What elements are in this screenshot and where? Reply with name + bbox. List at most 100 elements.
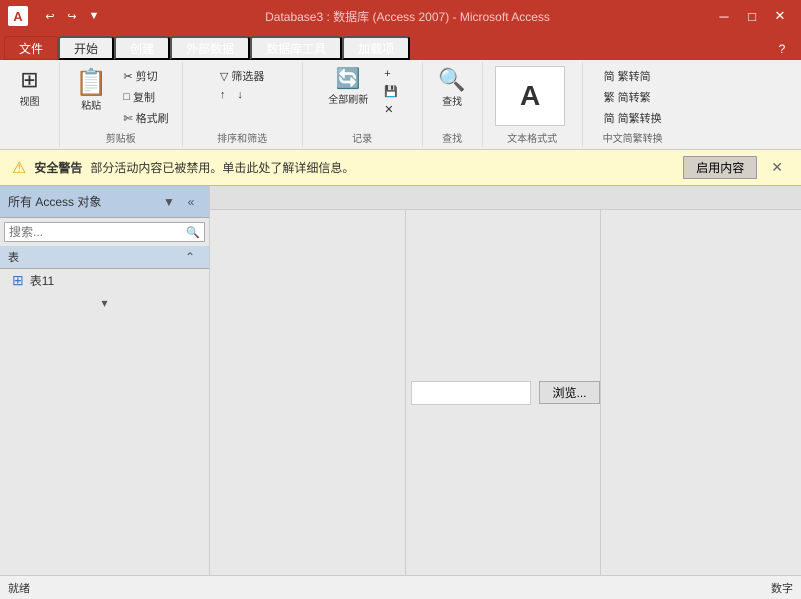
text-format-icon: A bbox=[520, 80, 540, 112]
filter-button[interactable]: ▽ 筛选器 bbox=[215, 66, 269, 86]
tab-home[interactable]: 开始 bbox=[58, 36, 114, 60]
maximize-button[interactable]: □ bbox=[739, 5, 765, 27]
find-button[interactable]: 🔍 查找 bbox=[431, 66, 472, 111]
content-area: 浏览... bbox=[210, 186, 801, 575]
security-close-button[interactable]: ✕ bbox=[765, 157, 789, 178]
copy-icon: □ bbox=[123, 91, 130, 103]
format-painter-icon: ✄ bbox=[123, 112, 132, 125]
format-painter-button[interactable]: ✄ 格式刷 bbox=[118, 108, 173, 128]
ribbon-content: ⊞ 视图 📋 粘贴 ✂ 剪切 □ 复制 ✄ 格式刷 剪 bbox=[0, 60, 801, 150]
status-right: 数字 bbox=[771, 580, 793, 596]
main-area: 所有 Access 对象 ▼ « 🔍 表 ⌃ ⊞ 表11 ▾ bbox=[0, 186, 801, 575]
simp-to-trad-button[interactable]: 繁 简转繁 bbox=[599, 87, 667, 107]
tab-file[interactable]: 文件 bbox=[4, 36, 58, 60]
nav-collapse-button[interactable]: « bbox=[181, 192, 201, 212]
nav-header-buttons: ▼ « bbox=[159, 192, 201, 212]
nav-panel-title: 所有 Access 对象 bbox=[8, 193, 101, 210]
browse-button[interactable]: 浏览... bbox=[539, 381, 599, 404]
list-item[interactable]: ⊞ 表11 bbox=[0, 269, 209, 292]
refresh-icon: 🔄 bbox=[336, 69, 361, 89]
paste-button[interactable]: 📋 粘贴 bbox=[68, 66, 114, 115]
close-button[interactable]: ✕ bbox=[767, 5, 793, 27]
chinese-convert-content: 简 繁转简 繁 简转繁 简 简繁转换 bbox=[599, 66, 667, 128]
ribbon-tabs: 文件 开始 创建 外部数据 数据库工具 加载项 ? bbox=[0, 32, 801, 60]
new-record-button[interactable]: + bbox=[379, 66, 403, 82]
copy-button[interactable]: □ 复制 bbox=[118, 87, 173, 107]
clipboard-col: ✂ 剪切 □ 复制 ✄ 格式刷 bbox=[118, 66, 173, 128]
filter-icon: ▽ bbox=[220, 70, 228, 83]
vertical-divider-2 bbox=[600, 210, 601, 575]
records-col: + 💾 ✕ bbox=[379, 66, 403, 118]
records-label: 记录 bbox=[352, 130, 372, 145]
security-bar: ⚠ 安全警告 部分活动内容已被禁用。单击此处了解详细信息。 启用内容 ✕ bbox=[0, 150, 801, 186]
paste-icon: 📋 bbox=[75, 69, 107, 95]
trad-to-simp-button[interactable]: 简 繁转简 bbox=[599, 66, 667, 86]
nav-panel-header: 所有 Access 对象 ▼ « bbox=[0, 186, 209, 218]
desc-icon: ↓ bbox=[237, 89, 243, 101]
delete-record-button[interactable]: ✕ bbox=[379, 101, 403, 118]
redo-button[interactable]: ↪ bbox=[62, 6, 82, 26]
chinese-convert-label: 中文简繁转换 bbox=[603, 130, 663, 145]
clipboard-label: 剪贴板 bbox=[106, 130, 136, 145]
refresh-label: 全部刷新 bbox=[328, 91, 368, 106]
enable-content-button[interactable]: 启用内容 bbox=[683, 156, 757, 179]
access-logo: A bbox=[8, 6, 28, 26]
filter-label: 排序和筛选 bbox=[217, 130, 267, 145]
paste-label: 粘贴 bbox=[81, 97, 101, 112]
navigation-panel: 所有 Access 对象 ▼ « 🔍 表 ⌃ ⊞ 表11 ▾ bbox=[0, 186, 210, 575]
quick-access-dropdown[interactable]: ▼ bbox=[84, 6, 104, 26]
desc-sort-button[interactable]: ↓ bbox=[232, 87, 248, 103]
ribbon-group-text-format: A 文本格式式 bbox=[483, 62, 583, 147]
ribbon-group-clipboard: 📋 粘贴 ✂ 剪切 □ 复制 ✄ 格式刷 剪贴板 bbox=[60, 62, 183, 147]
security-warning-icon: ⚠ bbox=[12, 158, 26, 178]
table-name: 表11 bbox=[30, 272, 54, 289]
chinese-convert-col: 简 繁转简 繁 简转繁 简 简繁转换 bbox=[599, 66, 667, 128]
cut-button[interactable]: ✂ 剪切 bbox=[118, 66, 173, 86]
view-icon: ⊞ bbox=[20, 69, 38, 91]
content-tabs-bar bbox=[210, 186, 801, 210]
asc-icon: ↑ bbox=[220, 89, 226, 101]
window-controls: ─ □ ✕ bbox=[711, 5, 793, 27]
find-icon: 🔍 bbox=[438, 69, 465, 91]
ribbon-right-controls: ? bbox=[771, 38, 801, 60]
filter-col: ▽ 筛选器 ↑ ↓ bbox=[215, 66, 269, 103]
view-label: 视图 bbox=[20, 93, 40, 108]
simp-trad-convert-button[interactable]: 简 简繁转换 bbox=[599, 108, 667, 128]
file-path-input[interactable] bbox=[411, 381, 531, 405]
refresh-button[interactable]: 🔄 全部刷新 bbox=[321, 66, 375, 109]
clipboard-group-content: 📋 粘贴 ✂ 剪切 □ 复制 ✄ 格式刷 bbox=[68, 66, 174, 128]
tab-external-data[interactable]: 外部数据 bbox=[170, 36, 250, 60]
tab-create[interactable]: 创建 bbox=[114, 36, 170, 60]
nav-search-box: 🔍 bbox=[4, 222, 205, 242]
save-record-button[interactable]: 💾 bbox=[379, 83, 403, 100]
nav-dropdown-button[interactable]: ▼ bbox=[159, 192, 179, 212]
find-group-content: 🔍 查找 bbox=[431, 66, 472, 128]
ribbon-group-view: ⊞ 视图 bbox=[0, 62, 60, 147]
status-bar: 就绪 数字 bbox=[0, 575, 801, 599]
window-title: Database3 : 数据库 (Access 2007) - Microsof… bbox=[104, 8, 711, 25]
table-icon: ⊞ bbox=[12, 272, 24, 289]
nav-expand-button[interactable]: ▾ bbox=[95, 294, 113, 312]
tab-addins[interactable]: 加载项 bbox=[342, 36, 410, 60]
search-icon[interactable]: 🔍 bbox=[182, 224, 204, 241]
browse-container: 浏览... bbox=[411, 381, 599, 405]
undo-button[interactable]: ↩ bbox=[40, 6, 60, 26]
title-bar-left: A ↩ ↪ ▼ bbox=[8, 6, 104, 26]
ribbon-group-find: 🔍 查找 查找 bbox=[423, 62, 483, 147]
cut-icon: ✂ bbox=[123, 70, 132, 83]
nav-section-collapse-button[interactable]: ⌃ bbox=[179, 248, 201, 266]
view-button[interactable]: ⊞ 视图 bbox=[10, 66, 50, 111]
tab-database-tools[interactable]: 数据库工具 bbox=[250, 36, 342, 60]
help-button[interactable]: ? bbox=[771, 38, 793, 60]
asc-sort-button[interactable]: ↑ bbox=[215, 87, 231, 103]
find-label: 查找 bbox=[442, 93, 462, 108]
nav-section-header: 表 ⌃ bbox=[0, 246, 209, 269]
security-label: 安全警告 bbox=[34, 159, 82, 176]
vertical-divider-1 bbox=[405, 210, 406, 575]
search-input[interactable] bbox=[5, 223, 182, 241]
ribbon-group-filter: ▽ 筛选器 ↑ ↓ 排序和筛选 bbox=[183, 62, 303, 147]
nav-section-label: 表 bbox=[8, 249, 19, 265]
find-label-group: 查找 bbox=[442, 130, 462, 145]
minimize-button[interactable]: ─ bbox=[711, 5, 737, 27]
quick-access: ↩ ↪ ▼ bbox=[40, 6, 104, 26]
